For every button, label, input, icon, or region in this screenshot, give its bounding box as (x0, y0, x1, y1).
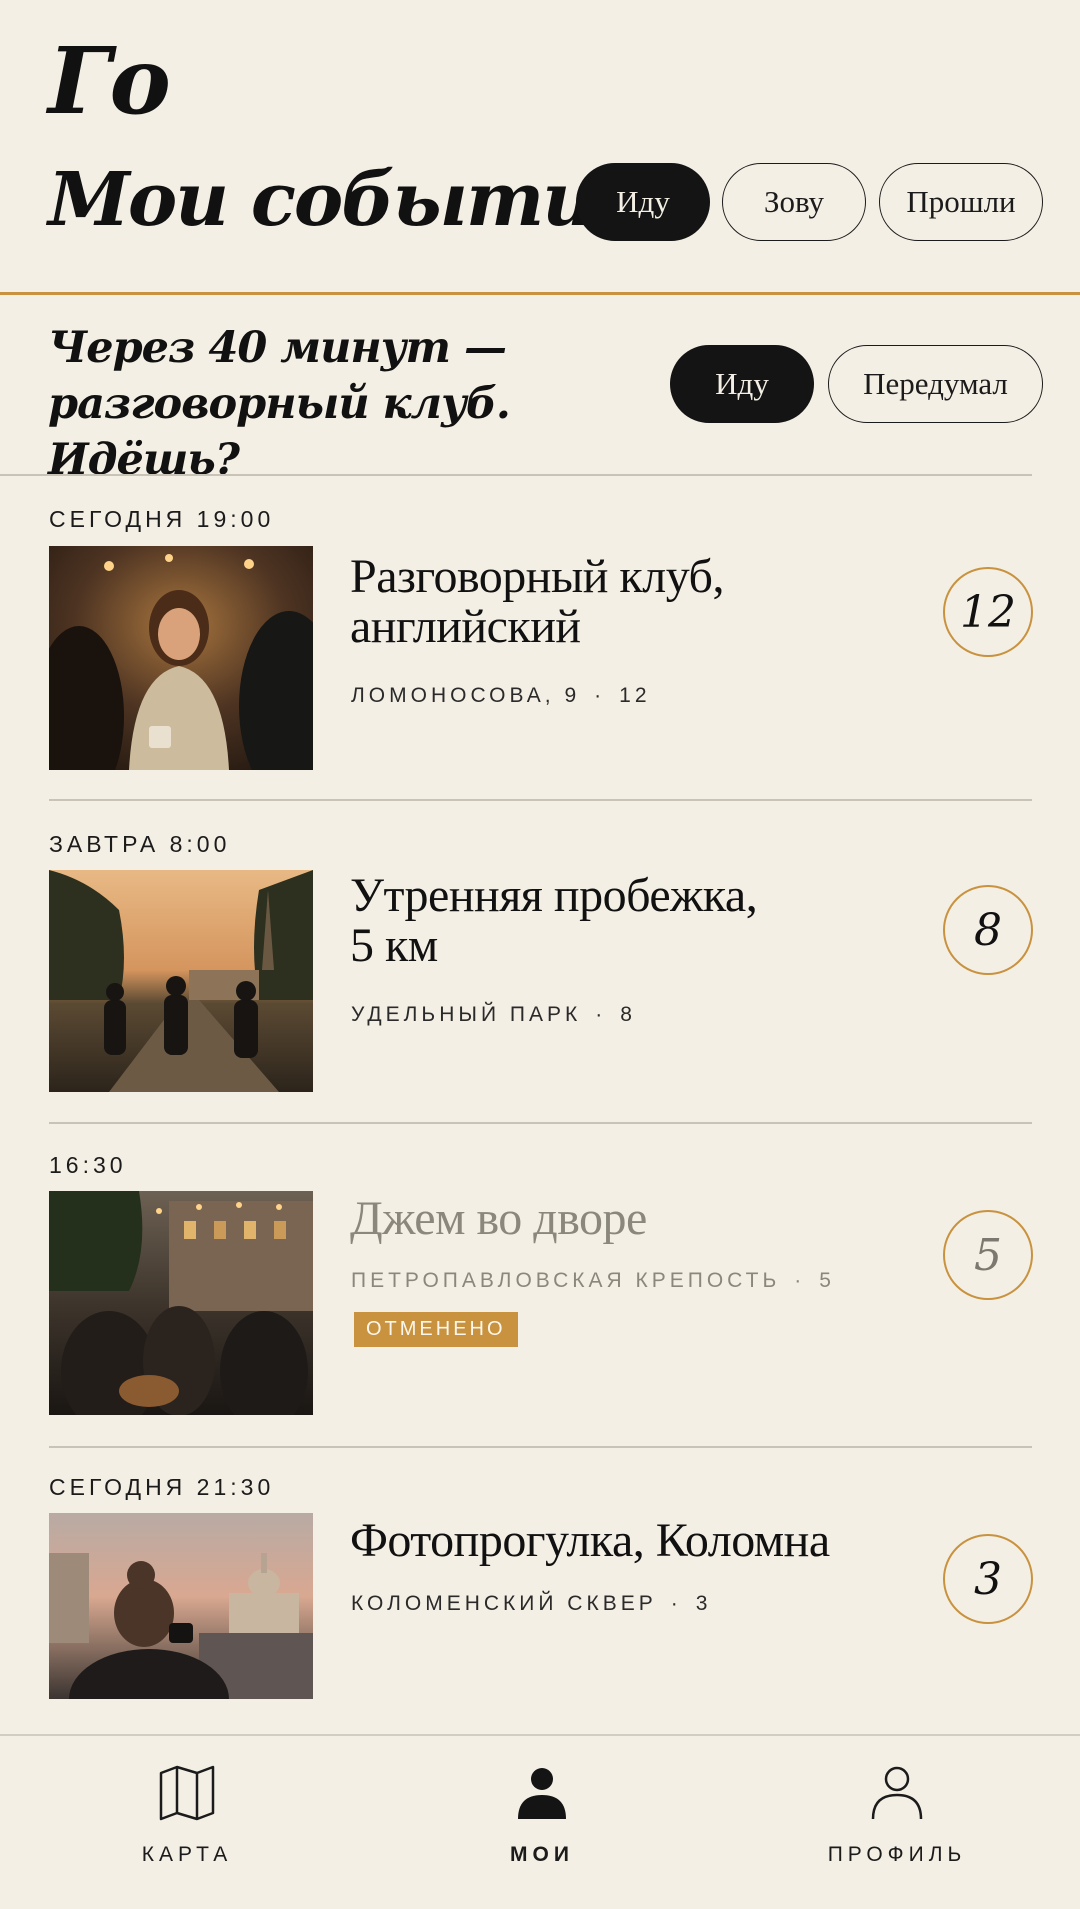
attendee-count: 5 (974, 1229, 1002, 1281)
cafe-conversation-photo (49, 546, 313, 770)
event-meta: КОЛОМЕНСКИЙ СКВЕР · 3 (351, 1592, 711, 1616)
event-title-line: 5 км (350, 919, 438, 972)
tab-inviting[interactable]: Зову (722, 163, 866, 241)
event-title: Джем во дворе (350, 1194, 870, 1244)
event-time: СЕГОДНЯ 21:30 (49, 1474, 275, 1500)
meta-separator: · (594, 684, 606, 707)
reminder-accept-button[interactable]: Иду (670, 345, 814, 423)
reminder-text: Через 40 минут — разговорный клуб. Идёшь… (48, 320, 648, 488)
nav-item-map[interactable]: КАРТА (77, 1755, 297, 1885)
attendee-count-ring: 3 (943, 1534, 1033, 1624)
event-time: СЕГОДНЯ 19:00 (49, 506, 275, 532)
cancelled-badge: ОТМЕНЕНО (354, 1312, 518, 1347)
event-title-line: Джем во дворе (350, 1192, 647, 1245)
meta-separator: · (595, 1003, 607, 1026)
attendee-count: 12 (960, 586, 1016, 638)
app-logo: Го (48, 27, 171, 135)
person-outline-icon (871, 1766, 923, 1820)
event-photo (49, 1513, 313, 1699)
tab-going[interactable]: Иду (576, 163, 710, 241)
event-attendees: 8 (620, 1003, 636, 1026)
event-photo (49, 870, 313, 1092)
event-card[interactable]: ЗАВТРА 8:00 Утренняя пробежка, 5 км УДЕЛ… (0, 799, 1080, 1122)
event-place: ЛОМОНОСОВА, 9 (351, 684, 581, 707)
morning-run-photo (49, 870, 313, 1092)
event-photo (49, 1191, 313, 1415)
reminder-line-1: Через 40 минут — (48, 323, 507, 373)
meta-separator: · (794, 1269, 806, 1292)
courtyard-jam-photo (49, 1191, 313, 1415)
page-title: Мои события (48, 157, 653, 243)
event-attendees: 3 (695, 1592, 712, 1615)
reminder-decline-button[interactable]: Передумал (828, 345, 1043, 423)
attendee-count-ring: 8 (943, 885, 1033, 975)
event-title-line: английский (350, 600, 581, 653)
nav-label: ПРОФИЛЬ (827, 1843, 967, 1866)
event-card[interactable]: 16:30 Джем во дворе ПЕТРОПАВЛОВСКАЯ КРЕП… (0, 1122, 1080, 1446)
person-filled-icon (518, 1768, 566, 1819)
event-place: ПЕТРОПАВЛОВСКАЯ КРЕПОСТЬ (351, 1269, 781, 1292)
event-title: Разговорный клуб, английский (350, 552, 870, 652)
event-time: ЗАВТРА 8:00 (49, 831, 231, 857)
event-title-line: Фотопрогулка, Коломна (350, 1514, 830, 1567)
event-title: Утренняя пробежка, 5 км (350, 871, 870, 971)
nav-label: КАРТА (141, 1843, 233, 1866)
event-title-line: Разговорный клуб, (350, 550, 724, 603)
meta-separator: · (670, 1592, 682, 1615)
event-meta: ПЕТРОПАВЛОВСКАЯ КРЕПОСТЬ · 5 (351, 1269, 835, 1293)
attendee-count: 3 (974, 1553, 1002, 1605)
nav-item-profile[interactable]: ПРОФИЛЬ (787, 1755, 1007, 1885)
event-place: УДЕЛЬНЫЙ ПАРК (351, 1003, 582, 1026)
header-divider (0, 292, 1080, 295)
attendee-count: 8 (974, 904, 1002, 956)
event-time: 16:30 (49, 1152, 127, 1178)
map-icon (159, 1765, 215, 1821)
nav-divider (0, 1734, 1080, 1736)
event-title: Фотопрогулка, Коломна (350, 1516, 910, 1566)
event-photo (49, 546, 313, 770)
event-attendees: 5 (819, 1269, 835, 1292)
nav-label: МОИ (510, 1843, 574, 1866)
event-card[interactable]: СЕГОДНЯ 21:30 Фотопрогулка, Коломна КОЛО… (0, 1446, 1080, 1734)
nav-item-mine[interactable]: МОИ (432, 1755, 652, 1885)
event-meta: ЛОМОНОСОВА, 9 · 12 (351, 684, 651, 708)
event-meta: УДЕЛЬНЫЙ ПАРК · 8 (351, 1003, 636, 1027)
event-attendees: 12 (619, 684, 651, 707)
event-place: КОЛОМЕНСКИЙ СКВЕР (351, 1592, 657, 1615)
photo-walk-photo (49, 1513, 313, 1699)
event-title-line: Утренняя пробежка, (350, 869, 758, 922)
attendee-count-ring: 5 (943, 1210, 1033, 1300)
reminder-line-2: разговорный клуб. Идёшь? (48, 379, 511, 485)
attendee-count-ring: 12 (943, 567, 1033, 657)
tab-past[interactable]: Прошли (879, 163, 1043, 241)
event-card[interactable]: СЕГОДНЯ 19:00 Разговорный клуб, английск… (0, 474, 1080, 799)
